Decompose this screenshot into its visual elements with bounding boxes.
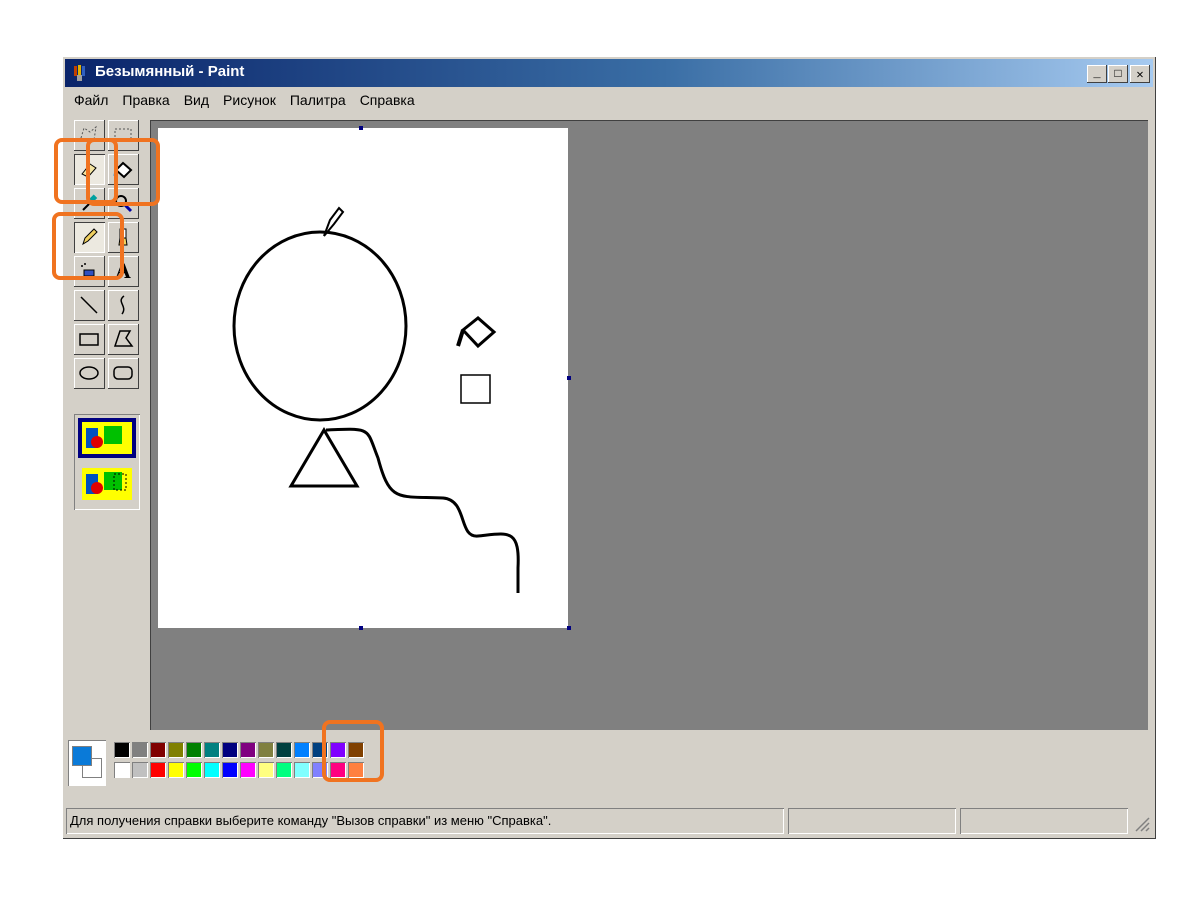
status-pane-help: Для получения справки выберите команду "…: [66, 808, 784, 834]
palette-swatch-top-2[interactable]: [150, 742, 166, 758]
current-colors: [68, 740, 106, 786]
status-text: Для получения справки выберите команду "…: [70, 813, 552, 828]
foreground-color-swatch: [72, 746, 92, 766]
rectangle-icon: [79, 333, 99, 346]
drawn-triangle: [288, 427, 360, 488]
palette-swatch-top-1[interactable]: [132, 742, 148, 758]
palette-swatch-top-9[interactable]: [276, 742, 292, 758]
opaque-mode-icon: [82, 422, 132, 454]
menu-bar: Файл Правка Вид Рисунок Палитра Справка: [68, 90, 423, 112]
palette-swatch-bottom-9[interactable]: [276, 762, 292, 778]
palette-swatch-top-4[interactable]: [186, 742, 202, 758]
palette-swatch-top-0[interactable]: [114, 742, 130, 758]
line-tool[interactable]: [74, 290, 105, 321]
palette-swatch-top-3[interactable]: [168, 742, 184, 758]
menu-help[interactable]: Справка: [354, 90, 423, 112]
palette-swatch-top-5[interactable]: [204, 742, 220, 758]
ellipse-tool[interactable]: [74, 358, 105, 389]
minimize-button[interactable]: _: [1087, 65, 1107, 83]
highlight-blue-color: [322, 720, 384, 782]
rounded-rect-tool[interactable]: [108, 358, 139, 389]
highlight-fill: [86, 138, 160, 206]
palette-swatch-bottom-2[interactable]: [150, 762, 166, 778]
menu-image[interactable]: Рисунок: [217, 90, 284, 112]
color-palette: [68, 740, 448, 788]
palette-swatch-bottom-8[interactable]: [258, 762, 274, 778]
title-bar[interactable]: Безымянный - Paint _ □ ✕: [65, 59, 1153, 87]
line-icon: [80, 296, 98, 314]
tool-options-panel: [74, 414, 140, 510]
transparent-option[interactable]: [78, 464, 136, 504]
drawn-curve: [325, 427, 520, 593]
fill-cursor-icon: [456, 316, 497, 349]
status-bar: Для получения справки выберите команду "…: [66, 808, 1152, 834]
palette-swatch-top-10[interactable]: [294, 742, 310, 758]
resize-grip-icon[interactable]: [1132, 814, 1150, 832]
paint-window: Безымянный - Paint _ □ ✕ Файл Правка Вид…: [62, 56, 1156, 839]
opaque-option[interactable]: [78, 418, 136, 458]
maximize-button[interactable]: □: [1108, 65, 1128, 83]
drawn-small-square: [460, 374, 491, 404]
palette-swatch-bottom-1[interactable]: [132, 762, 148, 778]
menu-file[interactable]: Файл: [68, 90, 116, 112]
rectangle-tool[interactable]: [74, 324, 105, 355]
menu-palette[interactable]: Палитра: [284, 90, 354, 112]
menu-edit[interactable]: Правка: [116, 90, 177, 112]
status-pane-size: [960, 808, 1128, 834]
rounded-rect-icon: [113, 366, 133, 380]
palette-swatch-bottom-10[interactable]: [294, 762, 310, 778]
polygon-icon: [113, 330, 134, 347]
canvas-drawing: [232, 206, 520, 593]
ellipse-icon: [79, 366, 99, 380]
palette-swatch-bottom-3[interactable]: [168, 762, 184, 778]
resize-handle-top-mid[interactable]: [359, 126, 363, 130]
palette-swatch-top-6[interactable]: [222, 742, 238, 758]
curve-icon: [120, 295, 125, 315]
resize-handle-right-mid[interactable]: [567, 376, 571, 380]
resize-handle-bottom-right[interactable]: [567, 626, 571, 630]
close-button[interactable]: ✕: [1130, 65, 1150, 83]
palette-swatch-bottom-6[interactable]: [222, 762, 238, 778]
status-pane-coords: [788, 808, 956, 834]
drawing-workspace: [150, 120, 1148, 730]
drawing-canvas[interactable]: [158, 128, 568, 628]
palette-swatch-bottom-4[interactable]: [186, 762, 202, 778]
palette-swatch-top-7[interactable]: [240, 742, 256, 758]
paint-app-icon: [74, 65, 85, 81]
drawn-circle: [232, 230, 408, 422]
window-title: Безымянный - Paint: [95, 63, 245, 80]
palette-swatch-top-8[interactable]: [258, 742, 274, 758]
polygon-tool[interactable]: [108, 324, 139, 355]
menu-view[interactable]: Вид: [178, 90, 217, 112]
curve-tool[interactable]: [108, 290, 139, 321]
palette-swatch-bottom-0[interactable]: [114, 762, 130, 778]
palette-swatch-bottom-5[interactable]: [204, 762, 220, 778]
palette-swatch-bottom-7[interactable]: [240, 762, 256, 778]
resize-handle-bottom-mid[interactable]: [359, 626, 363, 630]
highlight-pencil: [52, 212, 124, 280]
transparent-mode-icon: [82, 468, 132, 500]
